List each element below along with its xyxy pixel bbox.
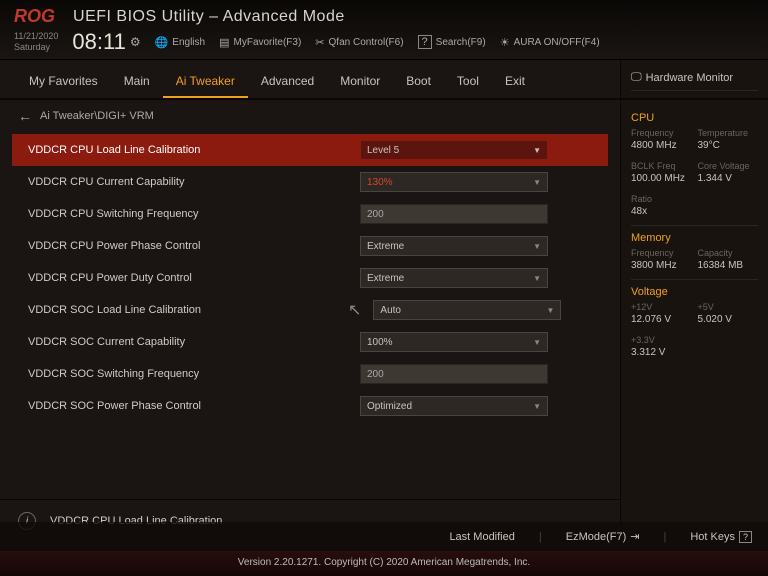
tab-exit[interactable]: Exit — [492, 68, 538, 98]
setting-dropdown[interactable]: 100%▼ — [360, 332, 548, 352]
clock[interactable]: 08:11⚙ — [72, 29, 140, 55]
tab-boot[interactable]: Boot — [393, 68, 444, 98]
setting-dropdown[interactable]: 130%▼ — [360, 172, 548, 192]
chevron-down-icon: ▼ — [533, 242, 541, 251]
chevron-down-icon: ▼ — [533, 274, 541, 283]
tab-advanced[interactable]: Advanced — [248, 68, 327, 98]
monitor-icon: 🖵 — [631, 71, 642, 84]
tab-monitor[interactable]: Monitor — [327, 68, 393, 98]
hotkeys-button[interactable]: Hot Keys ? — [690, 531, 752, 543]
rog-logo: ROG — [14, 6, 55, 27]
bclk-freq: 100.00 MHz — [631, 173, 692, 184]
list-icon: ▤ — [219, 36, 229, 49]
setting-label: VDDCR SOC Load Line Calibration — [28, 304, 348, 316]
qfan-link[interactable]: ✂Qfan Control(F6) — [315, 35, 403, 49]
tab-tool[interactable]: Tool — [444, 68, 492, 98]
last-modified-button[interactable]: Last Modified — [449, 531, 514, 543]
setting-dropdown[interactable]: Auto▼ — [373, 300, 561, 320]
help-key-icon: ? — [739, 531, 752, 543]
setting-row[interactable]: VDDCR CPU Current Capability 130%▼ — [12, 166, 608, 198]
globe-icon: 🌐 — [155, 36, 169, 49]
cpu-temperature: 39°C — [698, 140, 759, 151]
settings-pane: ← Ai Tweaker\DIGI+ VRM VDDCR CPU Load Li… — [0, 100, 620, 542]
mem-frequency: 3800 MHz — [631, 260, 692, 271]
setting-row[interactable]: VDDCR CPU Power Duty Control Extreme▼ — [12, 262, 608, 294]
voltage-12v: 12.076 V — [631, 314, 692, 325]
voltage-5v: 5.020 V — [698, 314, 759, 325]
setting-input[interactable]: 200 — [360, 204, 548, 224]
hardware-monitor-title: 🖵Hardware Monitor — [631, 68, 758, 91]
setting-row[interactable]: VDDCR SOC Current Capability 100%▼ — [12, 326, 608, 358]
setting-row[interactable]: VDDCR CPU Load Line Calibration Level 5▼ — [12, 134, 608, 166]
fan-icon: ✂ — [315, 36, 324, 49]
aura-icon: ☀ — [500, 36, 510, 49]
language-selector[interactable]: 🌐English — [155, 35, 206, 49]
chevron-down-icon: ▼ — [533, 146, 541, 155]
setting-row[interactable]: VDDCR CPU Power Phase Control Extreme▼ — [12, 230, 608, 262]
back-arrow-icon[interactable]: ← — [18, 108, 32, 124]
bios-header: ROG UEFI BIOS Utility – Advanced Mode 11… — [0, 0, 768, 60]
tab-main[interactable]: Main — [111, 68, 163, 98]
main-tabs: My Favorites Main Ai Tweaker Advanced Mo… — [0, 60, 620, 100]
setting-label: VDDCR CPU Current Capability — [28, 176, 348, 188]
setting-label: VDDCR SOC Switching Frequency — [28, 368, 348, 380]
setting-label: VDDCR SOC Current Capability — [28, 336, 348, 348]
setting-row[interactable]: VDDCR SOC Load Line Calibration↖ Auto▼ — [12, 294, 608, 326]
setting-dropdown[interactable]: Extreme▼ — [360, 236, 548, 256]
cursor-icon: ↖ — [348, 300, 361, 320]
datetime: 11/21/2020 Saturday — [14, 31, 58, 53]
setting-input[interactable]: 200 — [360, 364, 548, 384]
setting-row[interactable]: VDDCR SOC Switching Frequency 200 — [12, 358, 608, 390]
setting-label: VDDCR SOC Power Phase Control — [28, 400, 348, 412]
voltage-section-title: Voltage — [631, 286, 758, 298]
cpu-ratio: 48x — [631, 206, 692, 217]
aura-link[interactable]: ☀AURA ON/OFF(F4) — [500, 35, 600, 49]
search-icon: ? — [418, 35, 432, 49]
setting-row[interactable]: VDDCR CPU Switching Frequency 200 — [12, 198, 608, 230]
tab-my-favorites[interactable]: My Favorites — [16, 68, 111, 98]
chevron-down-icon: ▼ — [546, 306, 554, 315]
setting-label: VDDCR CPU Switching Frequency — [28, 208, 348, 220]
core-voltage: 1.344 V — [698, 173, 759, 184]
setting-dropdown[interactable]: Extreme▼ — [360, 268, 548, 288]
breadcrumb[interactable]: ← Ai Tweaker\DIGI+ VRM — [0, 100, 620, 132]
memory-section-title: Memory — [631, 232, 758, 244]
copyright: Version 2.20.1271. Copyright (C) 2020 Am… — [0, 551, 768, 576]
footer: Last Modified | EzMode(F7)⇥ | Hot Keys ?… — [0, 522, 768, 576]
cpu-section-title: CPU — [631, 112, 758, 124]
bios-title: UEFI BIOS Utility – Advanced Mode — [73, 8, 345, 26]
mem-capacity: 16384 MB — [698, 260, 759, 271]
chevron-down-icon: ▼ — [533, 338, 541, 347]
setting-dropdown[interactable]: Level 5▼ — [360, 140, 548, 160]
hardware-monitor-sidebar: CPU FrequencyTemperature 4800 MHz39°C BC… — [620, 100, 768, 542]
setting-row[interactable]: VDDCR SOC Power Phase Control Optimized▼ — [12, 390, 608, 422]
cpu-frequency: 4800 MHz — [631, 140, 692, 151]
chevron-down-icon: ▼ — [533, 402, 541, 411]
setting-label: VDDCR CPU Power Phase Control — [28, 240, 348, 252]
ezmode-button[interactable]: EzMode(F7)⇥ — [566, 530, 640, 543]
chevron-down-icon: ▼ — [533, 178, 541, 187]
voltage-3v3: 3.312 V — [631, 347, 692, 358]
setting-label: VDDCR CPU Power Duty Control — [28, 272, 348, 284]
swap-icon: ⇥ — [630, 530, 639, 543]
search-link[interactable]: ?Search(F9) — [418, 35, 486, 49]
setting-label: VDDCR CPU Load Line Calibration — [28, 144, 348, 156]
tab-ai-tweaker[interactable]: Ai Tweaker — [163, 68, 248, 98]
myfavorite-link[interactable]: ▤MyFavorite(F3) — [219, 35, 301, 49]
setting-dropdown[interactable]: Optimized▼ — [360, 396, 548, 416]
gear-icon[interactable]: ⚙ — [130, 35, 141, 49]
